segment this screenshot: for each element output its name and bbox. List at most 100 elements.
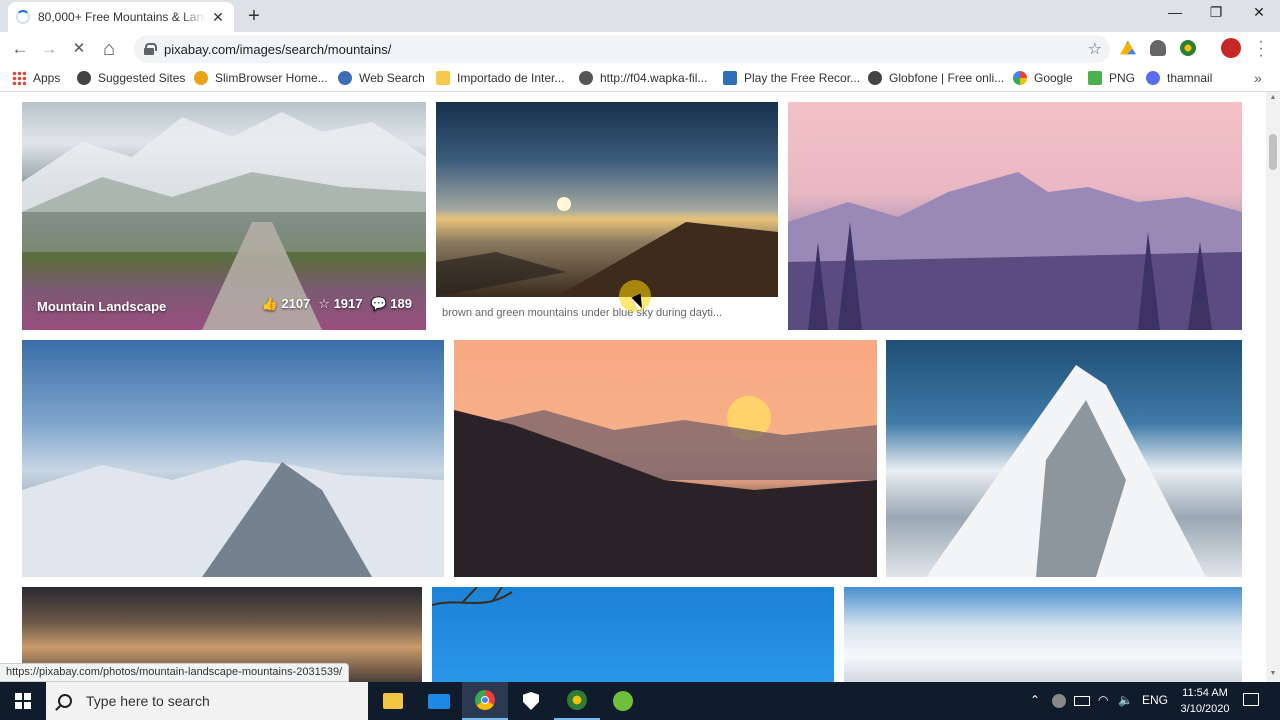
bookmark-png[interactable]: PNG: [1088, 71, 1135, 85]
bookmark-globfone[interactable]: Globfone | Free onli...: [868, 71, 1004, 85]
bookmark-label: Importado de Inter...: [457, 71, 565, 85]
bookmark-play-free[interactable]: Play the Free Recor...: [723, 71, 860, 85]
snowy-alps-art: [22, 460, 444, 577]
bookmark-importado[interactable]: Importado de Inter...: [436, 71, 564, 85]
globe-app-icon: [567, 690, 587, 710]
scrollbar-thumb[interactable]: [1269, 134, 1277, 170]
tray-antivirus-icon[interactable]: [1052, 694, 1066, 708]
tab-strip: 80,000+ Free Mountains & Landscape Image…: [0, 0, 1280, 32]
close-window-button[interactable]: ✕: [1244, 4, 1274, 21]
shield-icon: [523, 692, 539, 710]
search-icon: [58, 694, 72, 708]
clock-time: 11:54 AM: [1182, 687, 1228, 699]
security-app[interactable]: [508, 682, 554, 720]
sunset-silhouette-art: [454, 396, 877, 577]
browser-globe-app[interactable]: [554, 682, 600, 720]
comment-button[interactable]: 💬 189: [370, 296, 412, 312]
taskbar-search-box[interactable]: Type here to search: [46, 682, 368, 720]
bookmarks-bar: Apps Suggested Sites SlimBrowser Home...…: [0, 66, 1280, 92]
battery-icon[interactable]: [1074, 696, 1090, 706]
bookmark-google[interactable]: Google: [1013, 71, 1073, 85]
link-status-bar: https://pixabay.com/photos/mountain-land…: [0, 663, 350, 682]
bookmark-star-icon[interactable]: ☆: [1088, 39, 1102, 59]
photo-stats: 👍 2107 ☆ 1917 💬 189: [262, 296, 412, 312]
mail-icon: [428, 693, 450, 709]
profile-avatar[interactable]: [1221, 38, 1241, 58]
bookmark-slimbrowser[interactable]: SlimBrowser Home...: [194, 71, 328, 85]
thamnail-icon: [1146, 71, 1160, 85]
menu-kebab-icon[interactable]: · · ·: [1256, 34, 1266, 64]
address-bar[interactable]: pixabay.com/images/search/mountains/ ☆: [134, 35, 1110, 63]
scroll-down-arrow[interactable]: ▼: [1269, 670, 1277, 677]
mail-app[interactable]: [416, 682, 462, 720]
maximize-button[interactable]: ❐: [1201, 4, 1231, 21]
bookmark-label: Suggested Sites: [98, 71, 186, 85]
stop-loading-button[interactable]: ✕: [68, 39, 90, 59]
photo-snowy-alps[interactable]: [22, 340, 444, 577]
windows-taskbar: Type here to search ⌃ ◠ 🔈 ENG 11:54 AM 3…: [0, 682, 1280, 720]
tab-close-button[interactable]: ✕: [210, 9, 226, 26]
image-results-grid: Mountain Landscape 👍 2107 ☆ 1917 💬 189 b…: [0, 92, 1280, 682]
scroll-up-arrow[interactable]: ▲: [1269, 94, 1277, 101]
forward-button[interactable]: →: [38, 39, 60, 59]
bookmark-thamnail[interactable]: thamnail: [1146, 71, 1212, 85]
photo-mountain-landscape[interactable]: Mountain Landscape 👍 2107 ☆ 1917 💬 189: [22, 102, 426, 330]
illustrated-forest-art: [788, 172, 1242, 330]
globe-icon: [77, 71, 91, 85]
photo-title: Mountain Landscape: [37, 299, 167, 314]
back-button[interactable]: ←: [9, 39, 31, 59]
tray-expand-icon[interactable]: ⌃: [1030, 693, 1040, 707]
action-center-icon[interactable]: [1243, 693, 1259, 706]
chrome-app[interactable]: [462, 682, 508, 720]
cloud-upload-icon[interactable]: [1150, 40, 1166, 56]
bookmark-label: Play the Free Recor...: [744, 71, 861, 85]
search-placeholder: Type here to search: [86, 693, 210, 709]
favorite-button[interactable]: ☆ 1917: [318, 296, 362, 312]
start-button[interactable]: [0, 682, 46, 720]
tree-branch-art: [432, 587, 513, 606]
google-icon: [1013, 71, 1027, 85]
bookmarks-overflow-button[interactable]: »: [1254, 70, 1262, 86]
wifi-icon[interactable]: ◠: [1098, 693, 1108, 707]
bookmark-label: http://f04.wapka-fil...: [600, 71, 708, 85]
google-drive-icon[interactable]: [1120, 40, 1136, 55]
loading-spinner-icon: [16, 10, 30, 24]
folder-icon: [383, 693, 403, 709]
bookmark-web-search[interactable]: Web Search: [338, 71, 425, 85]
photo-sunset-silhouette[interactable]: [454, 340, 877, 577]
system-clock[interactable]: 11:54 AM 3/10/2020: [1170, 685, 1240, 717]
bookmark-suggested-sites[interactable]: Suggested Sites: [77, 71, 185, 85]
language-indicator[interactable]: ENG: [1142, 693, 1168, 707]
volume-icon[interactable]: 🔈: [1118, 693, 1133, 707]
home-button[interactable]: ⌂: [98, 39, 120, 59]
photo-cloudy-summit[interactable]: [844, 587, 1242, 682]
minimize-button[interactable]: —: [1160, 4, 1190, 20]
photo-blue-sky-branch[interactable]: [432, 587, 834, 682]
utorrent-app[interactable]: [600, 682, 646, 720]
photo-illustrated-mountains[interactable]: [788, 102, 1242, 330]
browser-toolbar: ← → ✕ ⌂ pixabay.com/images/search/mounta…: [0, 32, 1280, 66]
comment-count: 189: [390, 296, 412, 311]
bookmark-wapka[interactable]: http://f04.wapka-fil...: [579, 71, 707, 85]
document-icon: [723, 71, 737, 85]
browser-tab[interactable]: 80,000+ Free Mountains & Landscape Image…: [8, 2, 234, 32]
snowy-peak-art: [926, 365, 1206, 577]
page-scrollbar[interactable]: ▲ ▼: [1266, 92, 1280, 682]
bookmark-label: Globfone | Free onli...: [889, 71, 1005, 85]
new-tab-button[interactable]: +: [244, 5, 264, 28]
lock-icon: [144, 43, 157, 55]
bookmark-apps[interactable]: Apps: [12, 71, 60, 85]
photo-snowy-peak[interactable]: [886, 340, 1242, 577]
bookmark-label: Google: [1034, 71, 1073, 85]
like-button[interactable]: 👍 2107: [262, 296, 311, 312]
utorrent-icon: [613, 691, 633, 711]
extension-globe-icon[interactable]: [1180, 40, 1196, 56]
apps-grid-icon: [12, 71, 26, 85]
like-count: 2107: [281, 296, 311, 311]
bookmark-label: Web Search: [359, 71, 425, 85]
photo-brown-green-mountains[interactable]: [436, 102, 778, 297]
bookmark-label: PNG: [1109, 71, 1136, 85]
file-explorer-app[interactable]: [370, 682, 416, 720]
address-url: pixabay.com/images/search/mountains/: [164, 41, 392, 57]
sunset-mountain-art: [436, 197, 778, 297]
